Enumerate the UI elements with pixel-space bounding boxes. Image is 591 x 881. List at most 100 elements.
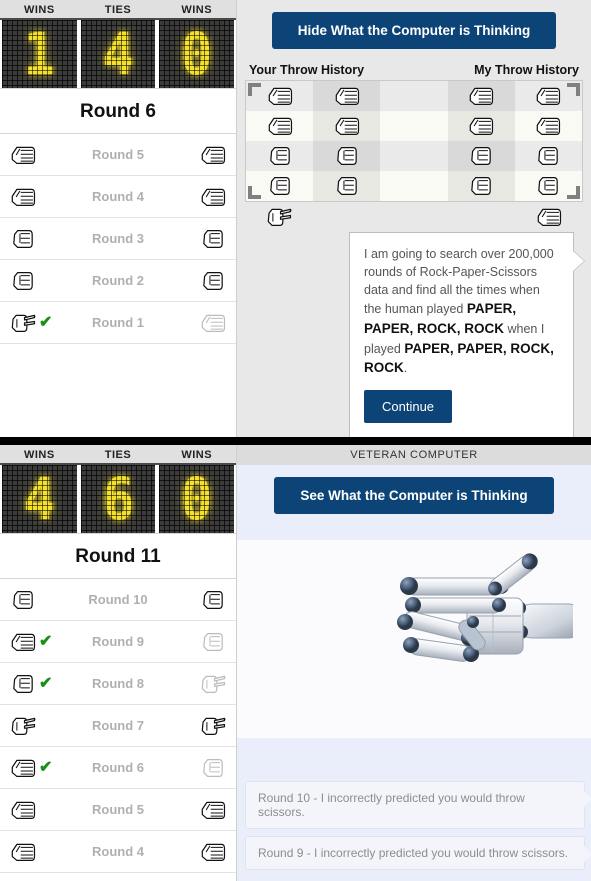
empty-throw-slot (401, 175, 427, 197)
history-cell (313, 111, 381, 141)
computer-thought-bubble: I am going to search over 200,000 rounds… (349, 232, 585, 437)
paper-hand-icon (200, 144, 226, 166)
round-row: Round 3 (0, 218, 236, 260)
history-cell (246, 141, 313, 171)
round-label: Round 4 (92, 844, 144, 859)
rps-game-app: WINS 1 TIES 4 WINS 0 Round 6 Round 5 Round 4 Ro… (0, 0, 591, 881)
top-left-column: WINS 1 TIES 4 WINS 0 Round 6 Round 5 Round 4 Ro… (0, 0, 237, 437)
history-cell (380, 171, 447, 201)
round-row: Round 4 (0, 176, 236, 218)
history-cell (515, 202, 583, 232)
led-display: 1 (2, 20, 77, 88)
round-label: Round 1 (92, 315, 144, 330)
player-throw-slot (10, 270, 82, 292)
led-display: 6 (80, 465, 156, 533)
round-history-list: Round 10 ✔ Round 9 ✔ Round 8 Round 7 ✔ Round 6 R… (0, 579, 236, 873)
rock-hand-icon (267, 145, 293, 167)
scissors-hand-icon (10, 715, 36, 737)
round-label: Round 5 (92, 802, 144, 817)
history-cell (447, 111, 515, 141)
score-cell: WINS 4 (0, 445, 79, 533)
round-label: Round 2 (92, 273, 144, 288)
round-row: Round 5 (0, 789, 236, 831)
player-throw-slot: ✔ (10, 631, 82, 653)
round-row: Round 10 (0, 579, 236, 621)
score-cell: TIES 6 (78, 445, 158, 533)
round-row: Round 5 (0, 134, 236, 176)
empty-throw-slot (401, 115, 427, 137)
history-cell (380, 111, 447, 141)
score-value: 4 (101, 20, 135, 88)
round-label: Round 8 (92, 676, 144, 691)
computer-throw-slot (154, 799, 226, 821)
robot-hand-image (237, 540, 591, 738)
hide-computer-thinking-button[interactable]: Hide What the Computer is Thinking (271, 12, 557, 49)
history-cell (515, 171, 582, 201)
round-row: ✔ Round 9 (0, 621, 236, 663)
log-message: Round 10 - I incorrectly predicted you w… (245, 781, 591, 829)
round-label: Round 3 (92, 231, 144, 246)
paper-hand-icon (267, 85, 293, 107)
score-label: WINS (0, 445, 79, 465)
score-cell: WINS 1 (0, 0, 79, 88)
history-cell (380, 81, 447, 111)
scissors-hand-icon (266, 206, 292, 228)
win-check-icon: ✔ (39, 674, 53, 692)
paper-hand-icon (468, 85, 494, 107)
continue-button[interactable]: Continue (364, 389, 453, 423)
led-display: 0 (159, 465, 235, 533)
see-computer-thinking-button[interactable]: See What the Computer is Thinking (274, 477, 554, 514)
player-throw-slot: ✔ (10, 673, 82, 695)
player-throw-slot (10, 589, 82, 611)
current-round-heading: Round 11 (0, 533, 236, 579)
player-throw-slot (10, 228, 82, 250)
your-throw-history-label: Your Throw History (249, 63, 365, 77)
round-row: Round 2 (0, 260, 236, 302)
history-row (246, 141, 582, 171)
computer-throw-slot (154, 757, 226, 779)
opponent-title: VETERAN COMPUTER (237, 445, 591, 465)
empty-throw-slot (401, 85, 427, 107)
rock-hand-icon (200, 631, 226, 653)
paper-hand-icon (200, 841, 226, 863)
rock-hand-icon (200, 757, 226, 779)
paper-hand-icon (10, 799, 36, 821)
led-display: 4 (80, 20, 156, 88)
rock-hand-icon (10, 270, 36, 292)
round-label: Round 6 (92, 760, 144, 775)
round-label: Round 5 (92, 147, 144, 162)
score-label: WINS (0, 0, 79, 20)
computer-throw-slot (154, 715, 226, 737)
rock-hand-icon (468, 145, 494, 167)
top-game-panel: WINS 1 TIES 4 WINS 0 Round 6 Round 5 Round 4 Ro… (0, 0, 591, 437)
history-cell (515, 111, 582, 141)
score-value: 1 (23, 20, 56, 88)
player-throw-slot: ✔ (10, 312, 82, 334)
scoreboard: WINS 1 TIES 4 WINS 0 (0, 0, 237, 88)
history-cell (380, 141, 447, 171)
history-cell (448, 202, 516, 232)
round-row: ✔ Round 8 (0, 663, 236, 705)
empty-throw-slot (401, 206, 427, 228)
paper-hand-icon (10, 186, 36, 208)
round-label: Round 4 (92, 189, 144, 204)
rock-hand-icon (10, 228, 36, 250)
paper-hand-icon (267, 115, 293, 137)
paper-hand-icon (200, 799, 226, 821)
history-cell (246, 81, 313, 111)
bottom-game-panel: WINS 4 TIES 6 WINS 0 Round 11 Round 10 ✔ Round … (0, 445, 591, 881)
history-cell (246, 111, 313, 141)
computer-throw-slot (154, 228, 226, 250)
win-check-icon: ✔ (39, 632, 53, 650)
rock-hand-icon (468, 175, 494, 197)
score-value: 6 (101, 465, 135, 533)
round-history-list: Round 5 Round 4 Round 3 Round 2 ✔ Round 1 (0, 134, 236, 344)
history-cell (515, 141, 582, 171)
round-row: ✔ Round 6 (0, 747, 236, 789)
score-value: 0 (180, 20, 213, 88)
thought-bubble-text: I am going to search over 200,000 rounds… (364, 247, 554, 376)
panel-divider (0, 437, 591, 445)
round-label: Round 10 (88, 592, 148, 607)
history-cell (313, 202, 381, 232)
computer-throw-slot (154, 589, 226, 611)
